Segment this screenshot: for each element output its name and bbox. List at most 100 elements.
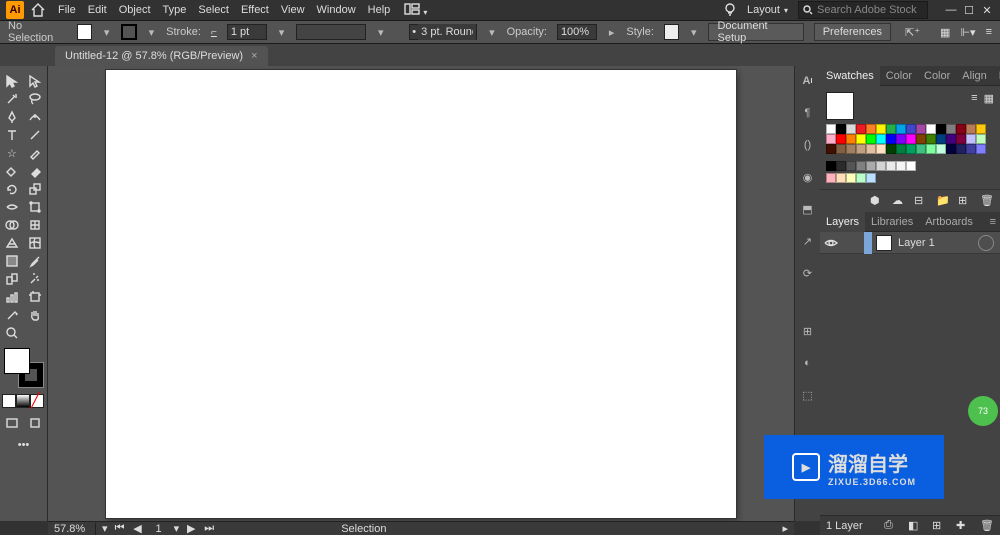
new-layer-icon[interactable]: ✚ (956, 519, 970, 532)
transform-icon[interactable]: ⇱⁺ (905, 26, 920, 39)
lasso-tool[interactable] (24, 90, 48, 108)
stroke-weight-input[interactable] (227, 24, 267, 40)
align-tab[interactable]: Align (956, 66, 992, 86)
fill-dropdown[interactable]: ▾ (102, 27, 111, 37)
swatch[interactable] (916, 144, 926, 154)
swatch[interactable] (856, 124, 866, 134)
swatch[interactable] (956, 144, 966, 154)
first-artboard[interactable]: ⏮ (114, 522, 126, 535)
swatch[interactable] (926, 144, 936, 154)
new-color-group-icon[interactable]: 📁 (936, 194, 950, 208)
change-screen-mode[interactable] (24, 414, 48, 432)
brush-definition-input[interactable] (418, 24, 476, 40)
document-tab[interactable]: Untitled-12 @ 57.8% (RGB/Preview) × (55, 46, 268, 66)
layers-panel-menu[interactable]: ≡ (986, 216, 1000, 228)
blend-tool[interactable] (0, 270, 24, 288)
zoom-tool[interactable] (0, 324, 24, 342)
swatch[interactable] (866, 173, 876, 183)
swatch[interactable] (886, 124, 896, 134)
menu-select[interactable]: Select (198, 4, 229, 16)
glyphs-icon[interactable]: () (799, 136, 817, 154)
artboard-nav-dropdown[interactable]: ▾ (174, 522, 180, 535)
swatch[interactable] (976, 124, 986, 134)
swatch[interactable] (966, 144, 976, 154)
minimize-button[interactable]: — (944, 4, 958, 17)
hand-tool[interactable] (24, 306, 48, 324)
paintbrush-tool[interactable] (24, 144, 48, 162)
column-graph-tool[interactable] (0, 288, 24, 306)
swatch[interactable] (856, 161, 866, 171)
swatch[interactable] (826, 144, 836, 154)
opacity-input[interactable] (557, 24, 597, 40)
print-tiling-tool[interactable] (24, 324, 48, 342)
swatch[interactable] (896, 161, 906, 171)
free-transform-tool[interactable] (24, 198, 48, 216)
menu-view[interactable]: View (281, 4, 305, 16)
swatch[interactable] (856, 144, 866, 154)
fill-color[interactable] (4, 348, 30, 374)
stroke-weight-link[interactable]: ⌐ (211, 27, 217, 38)
swatch[interactable] (886, 144, 896, 154)
artboard-tool[interactable] (24, 288, 48, 306)
layers-tab[interactable]: Layers (820, 212, 865, 232)
swatch[interactable] (906, 134, 916, 144)
make-clipping-mask-icon[interactable]: ◧ (908, 519, 922, 532)
layer-row[interactable]: Layer 1 (820, 232, 1000, 254)
swatch[interactable] (846, 134, 856, 144)
appearance-icon[interactable]: ◉ (799, 168, 817, 186)
swatch[interactable] (826, 134, 836, 144)
swatches-tab[interactable]: Swatches (820, 66, 880, 86)
swatch[interactable] (956, 124, 966, 134)
selection-tool[interactable] (0, 72, 24, 90)
perspective-grid-tool[interactable] (0, 234, 24, 252)
swatch[interactable] (936, 134, 946, 144)
swatch[interactable] (926, 134, 936, 144)
swatch[interactable] (846, 124, 856, 134)
gradient-mode[interactable] (16, 394, 30, 408)
swatch[interactable] (946, 144, 956, 154)
document-setup-button[interactable]: Document Setup (708, 23, 803, 41)
layer-target[interactable] (978, 235, 994, 251)
artboard-number[interactable]: 1 (150, 523, 168, 535)
export-icon[interactable]: ↗ (799, 232, 817, 250)
line-segment-tool[interactable] (24, 126, 48, 144)
swatch[interactable] (906, 144, 916, 154)
zoom-dropdown[interactable]: ▾ (102, 522, 108, 535)
swatch[interactable] (946, 134, 956, 144)
swatch-options-icon[interactable]: ⊟ (914, 194, 928, 208)
slice-tool[interactable] (0, 306, 24, 324)
swatch[interactable] (936, 144, 946, 154)
swatch-kind-icon[interactable]: ☁ (892, 194, 906, 208)
workspace-switcher[interactable]: Layout▾ (747, 4, 788, 16)
libraries-tab[interactable]: Libraries (865, 212, 919, 232)
transparency-icon[interactable]: ◐ (799, 354, 817, 372)
swatch[interactable] (896, 134, 906, 144)
swatch[interactable] (926, 124, 936, 134)
swatch[interactable] (956, 134, 966, 144)
pen-tool[interactable] (0, 108, 24, 126)
arrange-icon[interactable]: ▾ (404, 3, 427, 18)
grid-icon[interactable]: ▦ (940, 26, 950, 39)
swatch[interactable] (836, 144, 846, 154)
swatch[interactable] (826, 124, 836, 134)
none-mode[interactable]: ╱ (30, 394, 44, 408)
canvas[interactable] (48, 66, 794, 521)
fill-swatch[interactable] (77, 24, 92, 40)
status-expand[interactable]: ▸ (782, 522, 788, 535)
swatch[interactable] (856, 134, 866, 144)
search-stock-input[interactable]: Search Adobe Stock (798, 1, 928, 19)
delete-layer-icon[interactable]: 🗑 (980, 519, 994, 532)
artboards-tab[interactable]: Artboards (919, 212, 979, 232)
rectangle-tool[interactable]: ☆ (0, 144, 24, 162)
new-swatch-icon[interactable]: ⊞ (958, 194, 972, 208)
character-icon[interactable]: ¶ (799, 104, 817, 122)
swatch-grid-view[interactable]: ▦ (984, 92, 994, 105)
menu-file[interactable]: File (58, 4, 76, 16)
menu-type[interactable]: Type (163, 4, 187, 16)
mesh-tool[interactable] (24, 234, 48, 252)
zoom-level[interactable]: 57.8% (54, 523, 96, 535)
swatch[interactable] (866, 124, 876, 134)
stroke-weight-dropdown[interactable]: ▾ (277, 27, 286, 37)
swatch[interactable] (826, 173, 836, 183)
close-button[interactable]: ✕ (980, 4, 994, 17)
